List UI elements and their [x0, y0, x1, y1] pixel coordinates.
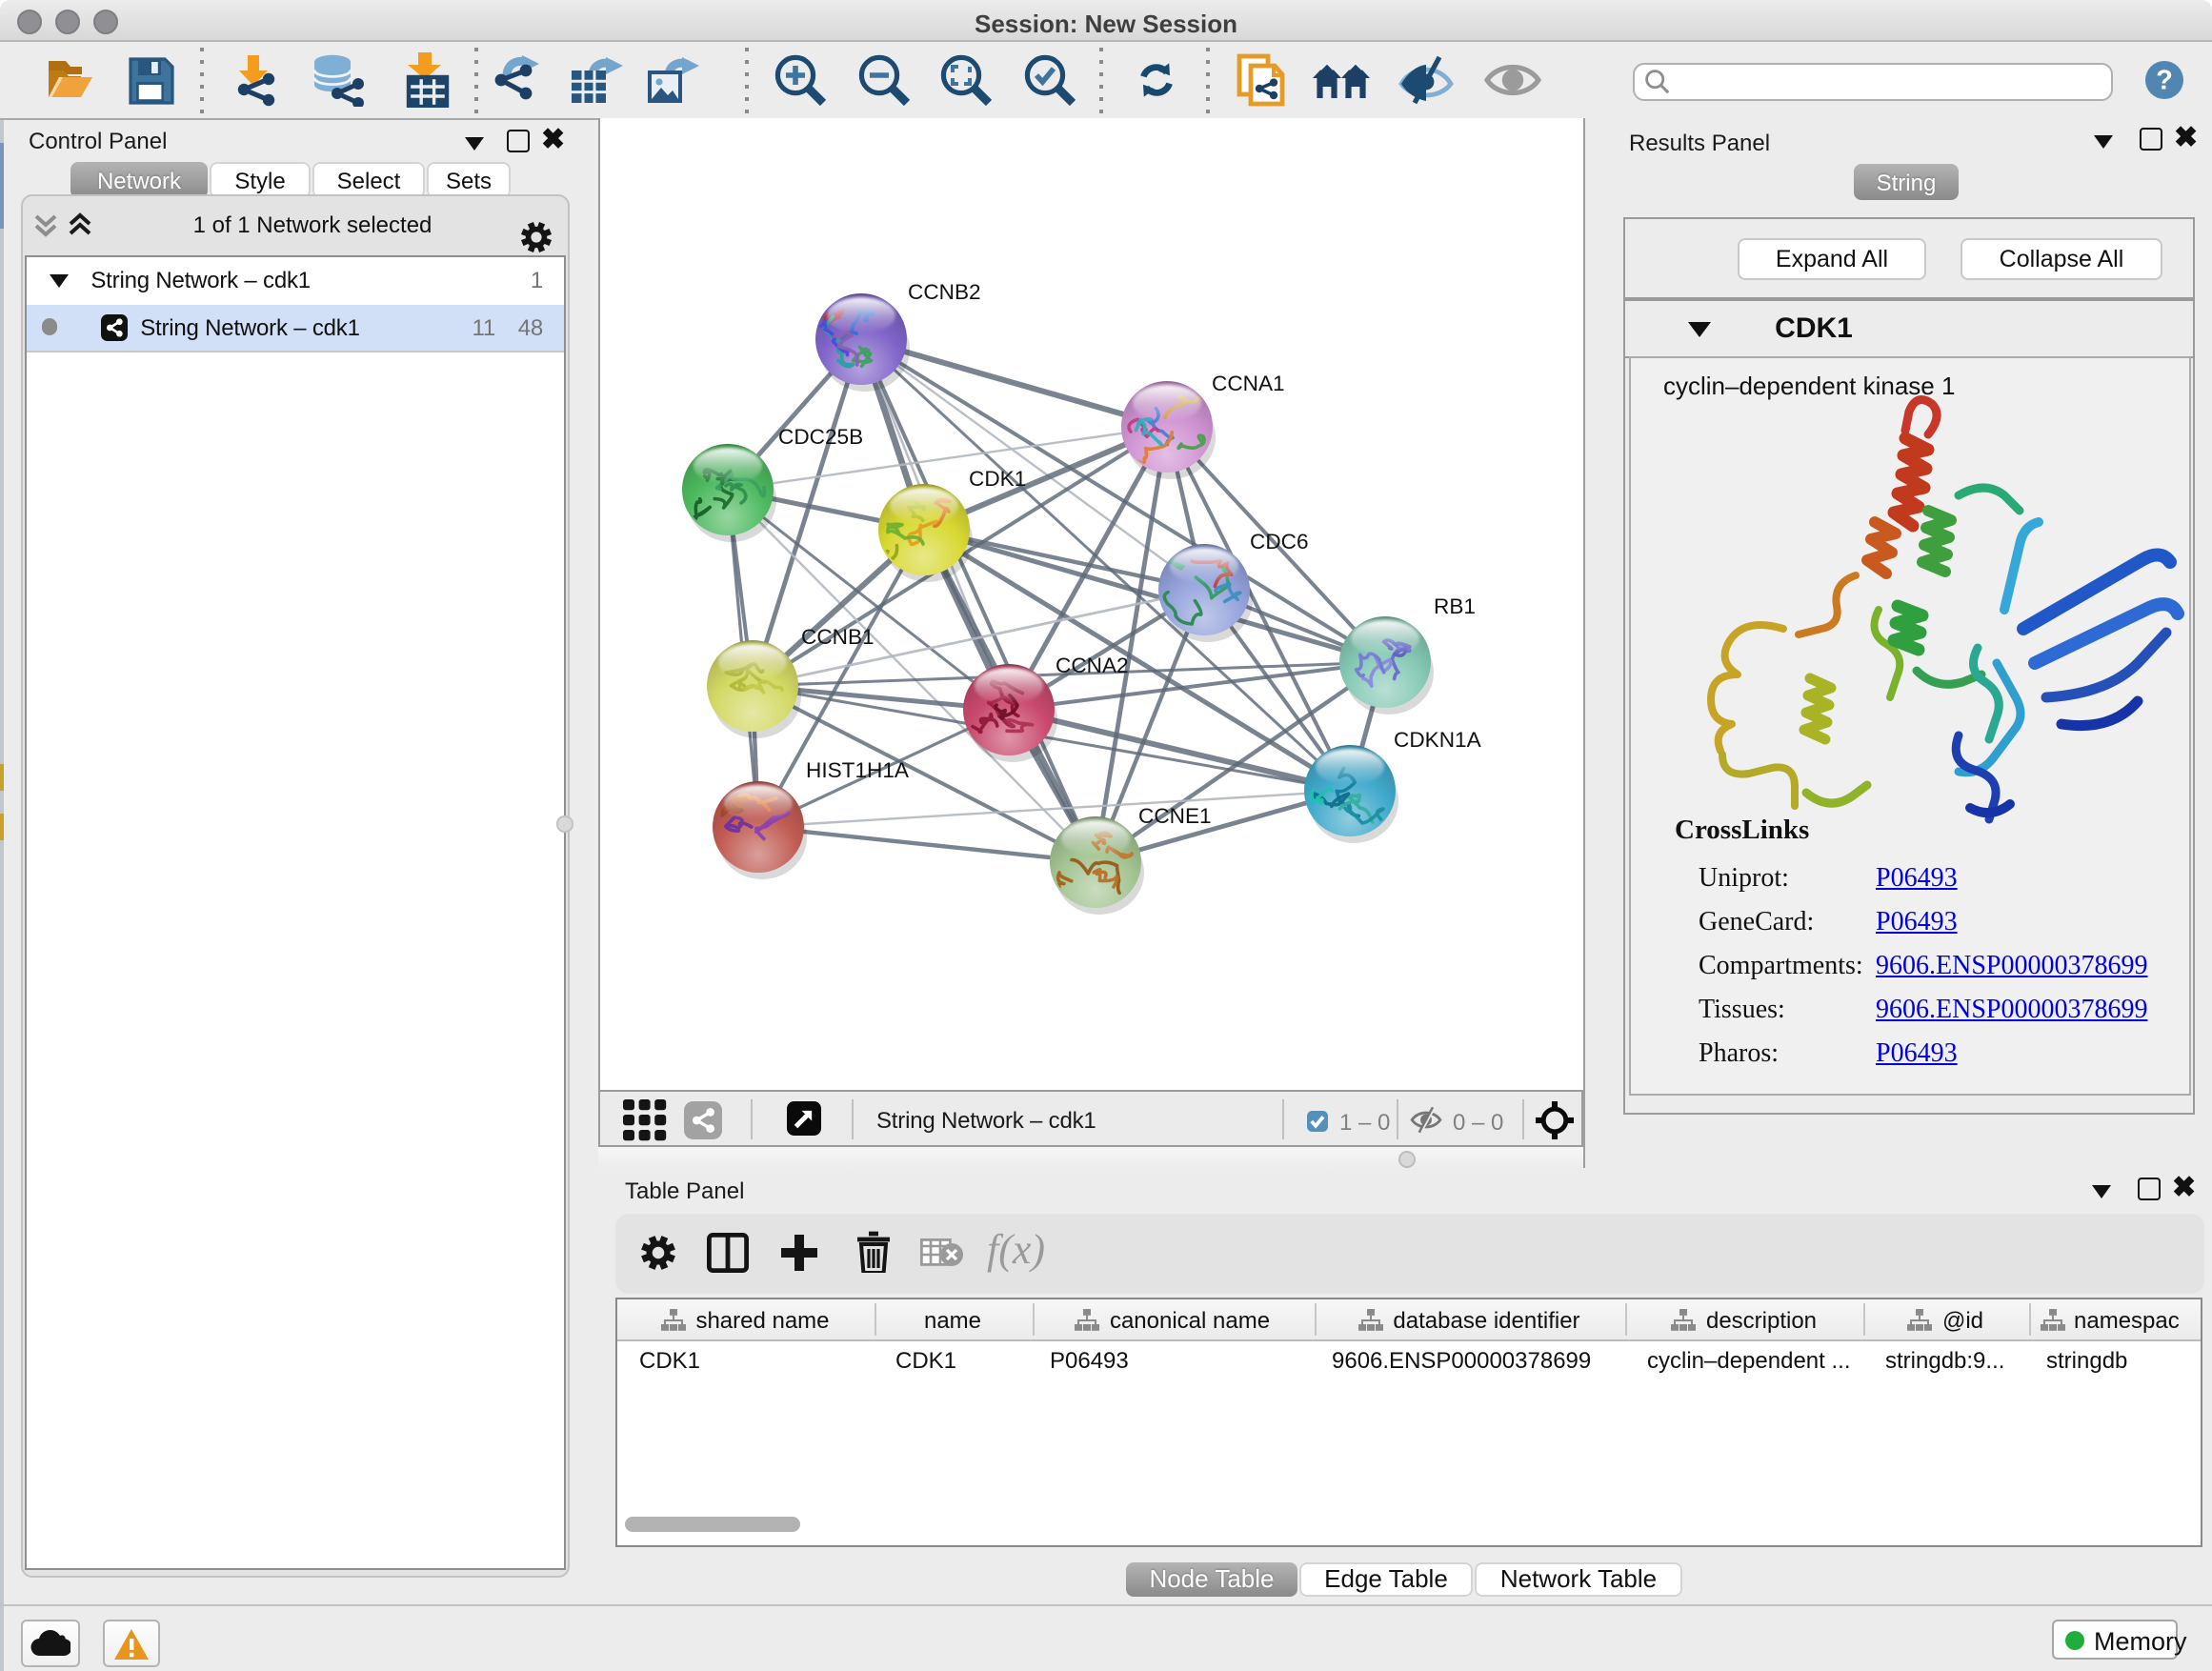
svg-text:CCNE1: CCNE1 — [1138, 804, 1212, 828]
svg-text:CCNA2: CCNA2 — [1056, 654, 1129, 677]
svg-text:CDC6: CDC6 — [1250, 530, 1309, 554]
svg-text:CCNA1: CCNA1 — [1212, 372, 1285, 395]
svg-text:HIST1H1A: HIST1H1A — [806, 758, 910, 782]
svg-text:CDKN1A: CDKN1A — [1394, 728, 1482, 752]
svg-text:CDK1: CDK1 — [969, 467, 1026, 491]
svg-text:CCNB1: CCNB1 — [801, 625, 875, 649]
svg-text:?: ? — [2156, 66, 2173, 96]
svg-text:CDC25B: CDC25B — [778, 425, 863, 449]
svg-text:RB1: RB1 — [1434, 594, 1476, 618]
svg-text:CCNB2: CCNB2 — [908, 280, 981, 304]
